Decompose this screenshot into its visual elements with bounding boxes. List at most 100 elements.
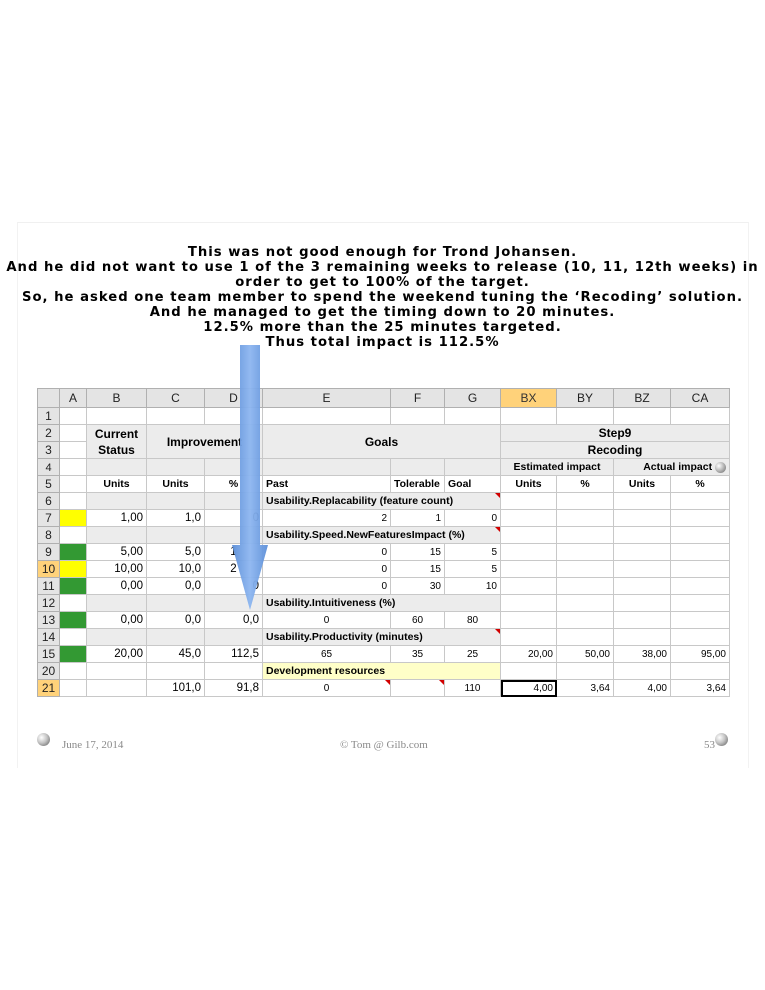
cell[interactable] [86, 628, 147, 646]
goal-label-intuitiveness[interactable]: Usability.Intuitiveness (%) [262, 594, 501, 612]
cell[interactable] [500, 577, 557, 595]
cell[interactable] [444, 458, 501, 476]
cell[interactable] [556, 577, 614, 595]
cell[interactable] [670, 526, 730, 544]
cell[interactable] [556, 560, 614, 578]
cell[interactable]: 0,0 [146, 611, 205, 629]
cell[interactable]: % [556, 475, 614, 493]
row-header[interactable]: 7 [37, 509, 60, 527]
cell[interactable]: 5,00 [86, 543, 147, 561]
cell[interactable] [556, 407, 614, 425]
cell[interactable] [670, 509, 730, 527]
cell[interactable] [500, 407, 557, 425]
row-header[interactable]: 11 [37, 577, 60, 595]
column-header-a[interactable]: A [59, 388, 87, 408]
cell[interactable] [500, 526, 557, 544]
column-header-e[interactable]: E [262, 388, 391, 408]
cell[interactable]: Past [262, 475, 391, 493]
cell[interactable]: 60 [390, 611, 445, 629]
cell[interactable] [390, 407, 445, 425]
cell[interactable] [670, 560, 730, 578]
cell[interactable] [613, 577, 671, 595]
status-cell-yellow[interactable] [59, 509, 87, 527]
status-cell-green[interactable] [59, 577, 87, 595]
cell[interactable]: 20,00 [86, 645, 147, 663]
cell[interactable] [86, 662, 147, 680]
cell[interactable]: 10,0 [146, 560, 205, 578]
cell[interactable] [500, 611, 557, 629]
cell[interactable] [59, 407, 87, 425]
status-cell-green[interactable] [59, 543, 87, 561]
cell[interactable] [556, 543, 614, 561]
cell[interactable] [146, 662, 205, 680]
cell[interactable]: 0 [262, 543, 391, 561]
cell[interactable] [262, 458, 391, 476]
cell[interactable] [59, 628, 87, 646]
row-header[interactable]: 14 [37, 628, 60, 646]
row-header[interactable]: 9 [37, 543, 60, 561]
cell[interactable]: 2 [262, 509, 391, 527]
cell[interactable]: 3,64 [670, 679, 730, 697]
cell[interactable]: 4,00 [613, 679, 671, 697]
cell[interactable] [204, 662, 263, 680]
cell[interactable]: 0 [262, 611, 391, 629]
cell[interactable]: 0 [262, 679, 391, 697]
cell[interactable] [146, 594, 205, 612]
cell[interactable] [59, 475, 87, 493]
row-header[interactable]: 12 [37, 594, 60, 612]
goal-label-replacability[interactable]: Usability.Replacability (feature count) [262, 492, 501, 510]
cell[interactable] [670, 628, 730, 646]
cell[interactable] [59, 594, 87, 612]
cell[interactable] [146, 458, 205, 476]
cell[interactable] [500, 628, 557, 646]
cell[interactable]: 10,00 [86, 560, 147, 578]
cell[interactable]: 10 [444, 577, 501, 595]
cell[interactable] [670, 492, 730, 510]
cell[interactable]: 35 [390, 645, 445, 663]
cell[interactable] [262, 407, 391, 425]
status-cell-green[interactable] [59, 611, 87, 629]
cell[interactable] [670, 577, 730, 595]
cell[interactable] [670, 594, 730, 612]
row-header[interactable]: 1 [37, 407, 60, 425]
goal-label-productivity[interactable]: Usability.Productivity (minutes) [262, 628, 501, 646]
cell[interactable] [146, 526, 205, 544]
cell[interactable] [613, 543, 671, 561]
cell[interactable] [556, 594, 614, 612]
cell[interactable] [556, 628, 614, 646]
cell[interactable] [670, 611, 730, 629]
cell[interactable]: 101,0 [146, 679, 205, 697]
cell[interactable]: Units [146, 475, 205, 493]
column-header-c[interactable]: C [146, 388, 205, 408]
cell[interactable] [146, 407, 205, 425]
row-header[interactable]: 8 [37, 526, 60, 544]
cell[interactable] [500, 594, 557, 612]
cell[interactable] [59, 662, 87, 680]
row-header[interactable]: 6 [37, 492, 60, 510]
cell[interactable]: 112,5 [204, 645, 263, 663]
cell[interactable]: 95,00 [670, 645, 730, 663]
cell[interactable]: 0 [262, 577, 391, 595]
cell[interactable]: Goal [444, 475, 501, 493]
cell[interactable] [613, 594, 671, 612]
cell[interactable]: 50,00 [556, 645, 614, 663]
cell[interactable]: 80 [444, 611, 501, 629]
cell[interactable]: 5 [444, 560, 501, 578]
cell[interactable] [59, 679, 87, 697]
cell[interactable]: Units [613, 475, 671, 493]
row-header[interactable]: 20 [37, 662, 60, 680]
cell[interactable] [670, 543, 730, 561]
cell[interactable]: 45,0 [146, 645, 205, 663]
selected-cell[interactable]: 4,00 [500, 679, 557, 697]
cell[interactable]: 30 [390, 577, 445, 595]
cell[interactable] [86, 492, 147, 510]
cell[interactable] [556, 526, 614, 544]
cell[interactable]: 0,00 [86, 611, 147, 629]
cell[interactable] [59, 492, 87, 510]
cell[interactable]: 15 [390, 543, 445, 561]
cell[interactable]: Units [500, 475, 557, 493]
cell[interactable] [59, 424, 87, 442]
column-header-bz[interactable]: BZ [613, 388, 671, 408]
cell[interactable] [613, 662, 671, 680]
cell[interactable] [146, 492, 205, 510]
